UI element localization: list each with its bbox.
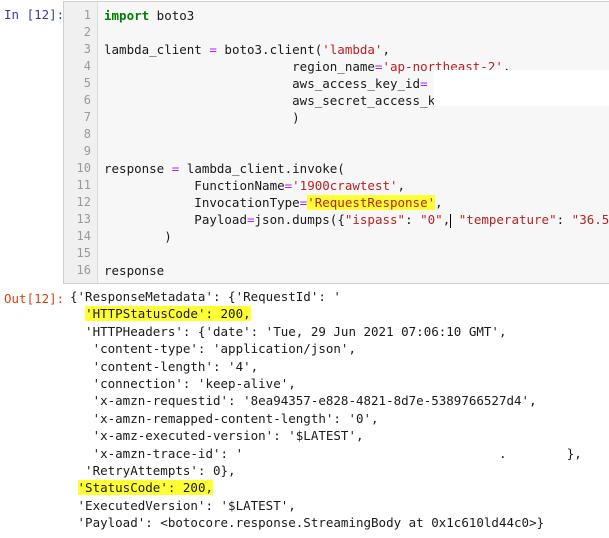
- code-token: region_name: [104, 59, 375, 74]
- line-number: 11: [76, 178, 91, 192]
- code-token: {'ResponseMetadata': {'RequestId': ': [70, 289, 341, 304]
- code-token: 'x-amzn-requestid': '8ea94357-e828-4821-…: [70, 393, 537, 409]
- line-number: 7: [83, 110, 91, 124]
- line-number: 6: [83, 93, 91, 107]
- code-token: =: [247, 212, 255, 227]
- code-token: 'content-length': '4',: [70, 358, 259, 374]
- code-token: InvocationType: [104, 195, 300, 210]
- line-number: 3: [83, 42, 91, 56]
- code-token: 'x-amzn-trace-id': ' . },: [70, 445, 582, 461]
- code-token: :: [405, 212, 421, 227]
- code-cell-input[interactable]: 1 import boto3 2 3 lambda_client = boto3.cli…: [63, 1, 609, 284]
- code-token: aws_access_key_id: [104, 76, 421, 91]
- code-token: ,: [435, 195, 443, 210]
- output-line: 'x-amzn-trace-id': ' . },: [70, 445, 582, 462]
- code-token: 'RetryAttempts': 0},: [70, 463, 236, 478]
- line-number: 10: [76, 161, 91, 175]
- code-token: import: [104, 8, 150, 23]
- code-token: "ispass": [344, 212, 406, 227]
- output-line: 'HTTPStatusCode': 200,: [70, 305, 251, 322]
- line-number: 4: [83, 59, 91, 73]
- code-text: import boto3: [104, 7, 194, 24]
- line-number: 2: [83, 25, 91, 39]
- output-line: 'HTTPHeaders': {'date': 'Tue, 29 Jun 202…: [70, 323, 507, 340]
- output-line: 'ExecutedVersion': '$LATEST',: [70, 497, 296, 514]
- line-number: 8: [83, 127, 91, 141]
- code-token: 'HTTPStatusCode': 200,: [85, 306, 251, 322]
- code-token: :: [556, 212, 572, 227]
- code-token: boto3: [149, 8, 195, 23]
- code-token: "0": [420, 212, 443, 227]
- output-line: 'x-amzn-requestid': '8ea94357-e828-4821-…: [70, 392, 537, 409]
- code-token: lambda_client.invoke(: [179, 161, 345, 176]
- line-number: 15: [76, 246, 91, 260]
- code-token: lambda_client: [104, 42, 210, 57]
- code-token: =: [209, 42, 217, 57]
- code-token: 'x-amzn-remapped-content-length': '0',: [70, 410, 379, 426]
- code-token: 'x-amz-executed-version': '$LATEST',: [70, 428, 364, 444]
- output-line: 'StatusCode': 200,: [70, 479, 213, 496]
- code-text: InvocationType='RequestResponse',: [104, 194, 443, 211]
- code-text: lambda_client = boto3.client('lambda',: [104, 41, 390, 58]
- code-token: ,: [442, 212, 451, 227]
- code-token: ,: [397, 178, 406, 193]
- code-text: response = lambda_client.invoke(: [104, 160, 345, 177]
- line-number: 12: [76, 195, 91, 209]
- code-text: aws_secret_access_k: [104, 92, 435, 109]
- code-token: boto3.client(: [216, 42, 323, 57]
- output-line: 'content-type': 'application/json',: [70, 340, 356, 357]
- output-line: {'ResponseMetadata': {'RequestId': ': [70, 288, 341, 305]
- code-token: 'content-type': 'application/json',: [70, 341, 356, 357]
- code-token: 'StatusCode': 200,: [77, 480, 213, 496]
- code-token: "36.5": [571, 212, 609, 227]
- code-token: Payload: [104, 212, 247, 227]
- code-token: =: [420, 76, 428, 91]
- code-token: FunctionName: [104, 178, 285, 193]
- code-token: 'Payload': <botocore.response.StreamingB…: [70, 515, 545, 531]
- code-token: 'lambda': [322, 42, 383, 57]
- line-number: 16: [76, 263, 91, 277]
- line-number: 9: [83, 144, 91, 158]
- code-token: ): [104, 229, 172, 244]
- code-token: "temperature": [458, 212, 557, 227]
- code-token: 'connection': 'keep-alive',: [70, 376, 296, 391]
- output-prompt: Out[12]:: [4, 291, 65, 306]
- output-line: 'Payload': <botocore.response.StreamingB…: [70, 514, 545, 531]
- redaction-mask: [434, 70, 609, 106]
- output-line: 'x-amz-executed-version': '$LATEST',: [70, 427, 364, 444]
- code-token: response: [104, 161, 172, 176]
- output-line: 'content-length': '4',: [70, 358, 259, 375]
- code-text: ): [104, 109, 300, 126]
- code-token: ,: [382, 42, 390, 57]
- code-token: 'HTTPHeaders': {'date': 'Tue, 29 Jun 202…: [70, 323, 507, 339]
- code-text: aws_access_key_id=: [104, 75, 428, 92]
- line-number: 1: [83, 8, 91, 22]
- output-line: 'connection': 'keep-alive',: [70, 375, 296, 392]
- line-number: 14: [76, 229, 91, 243]
- code-text: Payload=json.dumps({"ispass": "0", "temp…: [104, 211, 609, 228]
- code-text: response: [104, 262, 164, 279]
- code-token: response: [104, 263, 165, 278]
- output-line: 'RetryAttempts': 0},: [70, 462, 236, 479]
- code-token: ): [104, 110, 300, 125]
- line-number: 5: [83, 76, 91, 90]
- input-prompt: In [12]:: [4, 7, 65, 22]
- code-token: json.dumps({: [254, 212, 345, 227]
- code-token: aws_secret_access_k: [104, 93, 436, 108]
- code-text: FunctionName='1900crawtest',: [104, 177, 405, 194]
- code-token: 'RequestResponse': [307, 195, 436, 210]
- code-token: '1900crawtest': [292, 178, 398, 193]
- line-number: 13: [76, 212, 91, 226]
- code-token: 'ExecutedVersion': '$LATEST',: [70, 497, 296, 513]
- code-text: ): [104, 228, 172, 245]
- output-line: 'x-amzn-remapped-content-length': '0',: [70, 410, 379, 427]
